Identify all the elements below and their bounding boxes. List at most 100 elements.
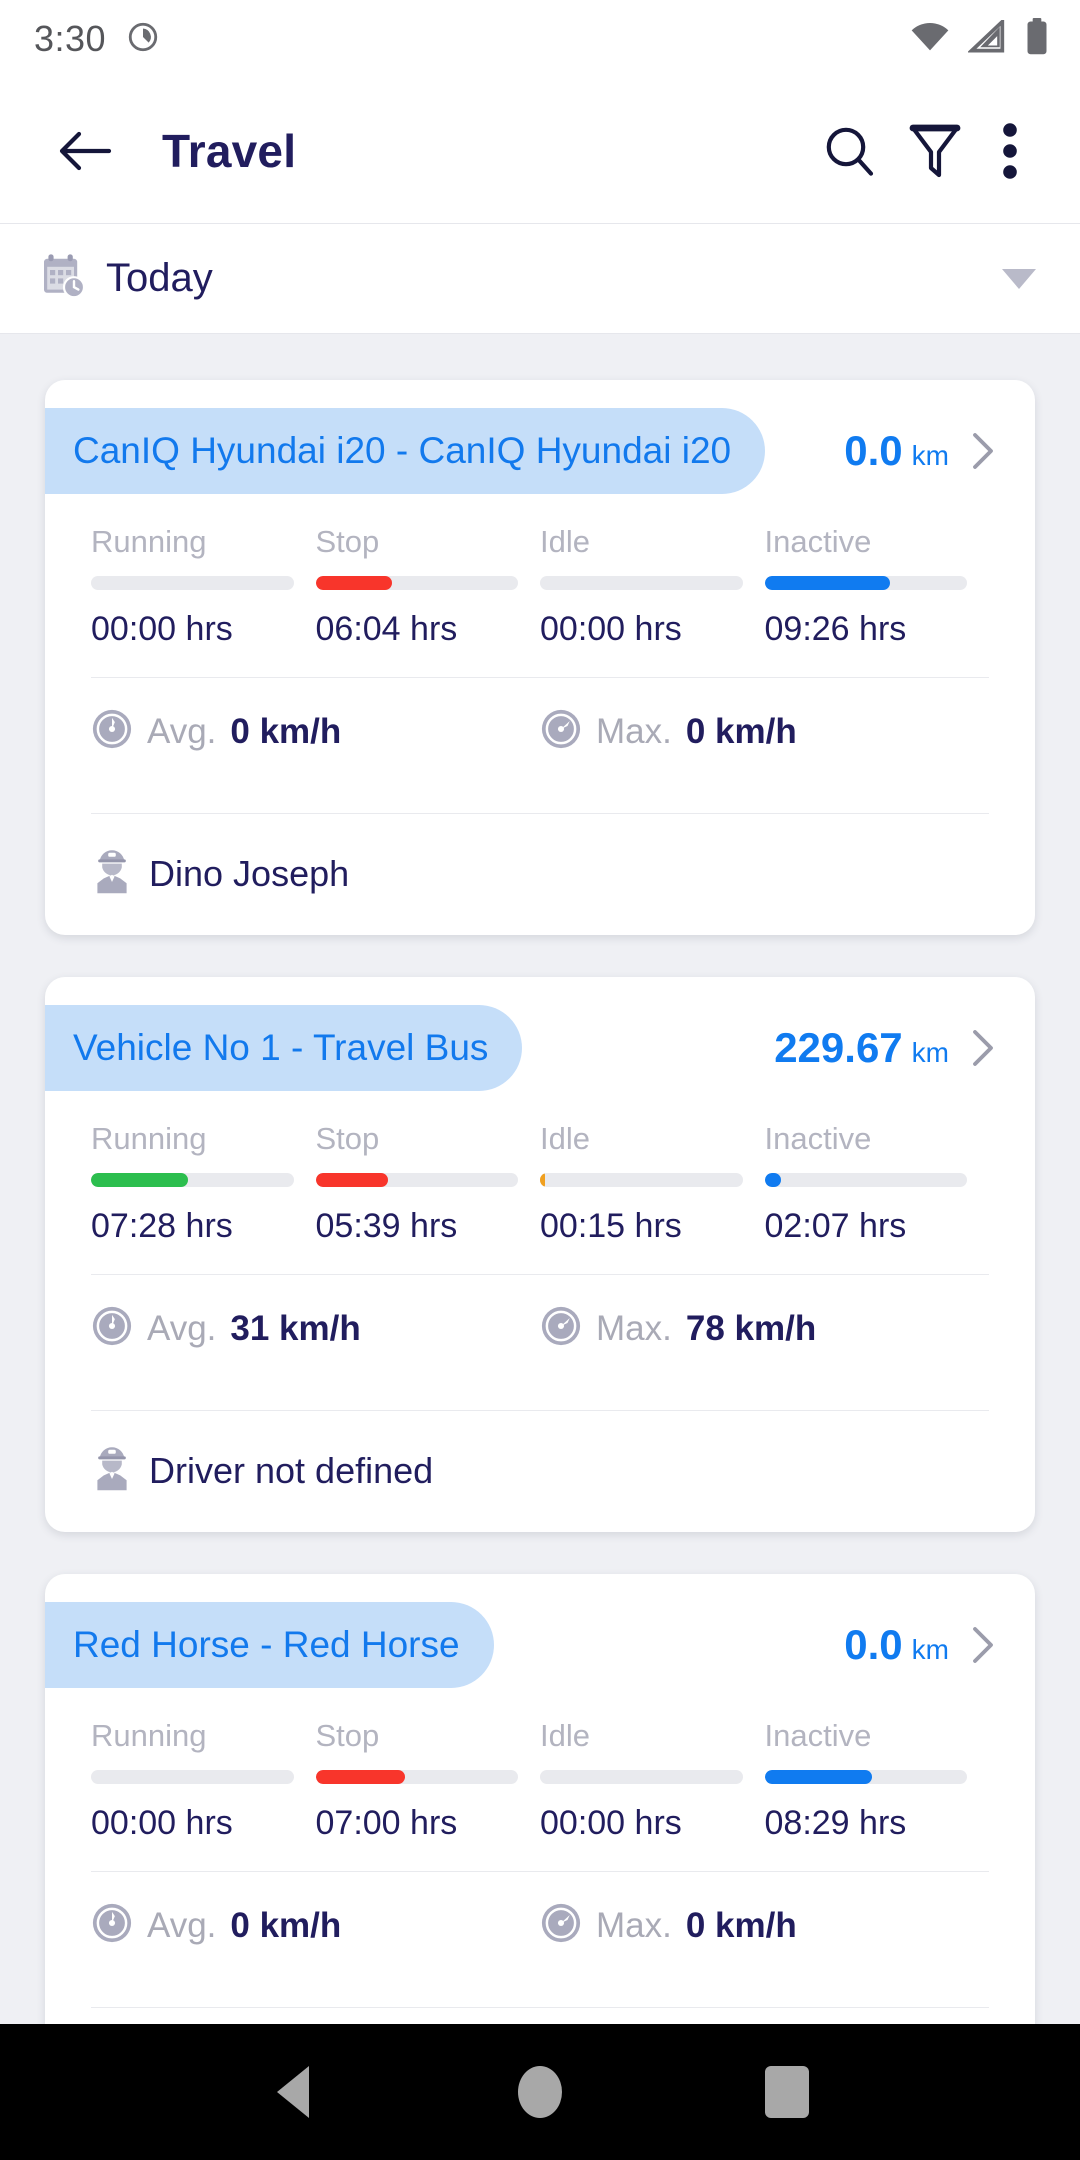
date-filter-bar[interactable]: Today: [0, 224, 1080, 334]
filter-funnel-icon[interactable]: [892, 108, 978, 194]
status-bar-left: 3:30: [34, 18, 160, 60]
back-arrow-icon[interactable]: [46, 112, 124, 190]
card-header[interactable]: Vehicle No 1 - Travel Bus 229.67 km: [45, 977, 1035, 1091]
max-speed-label: Max.: [596, 1905, 672, 1945]
driver-icon: [91, 1445, 133, 1496]
card-header[interactable]: CanIQ Hyundai i20 - CanIQ Hyundai i20 0.…: [45, 380, 1035, 494]
stat-stop: Stop 06:04 hrs: [315, 524, 541, 649]
stat-progress-fill: [764, 1173, 781, 1187]
driver-name: Driver not defined: [149, 1449, 434, 1491]
vehicle-name-pill: Vehicle No 1 - Travel Bus: [45, 1005, 523, 1091]
vehicle-name-pill: CanIQ Hyundai i20 - CanIQ Hyundai i20: [45, 408, 766, 494]
stat-stop: Stop 07:00 hrs: [315, 1718, 541, 1843]
stat-running: Running 07:28 hrs: [91, 1121, 316, 1246]
travel-card[interactable]: Vehicle No 1 - Travel Bus 229.67 km Runn…: [45, 977, 1035, 1532]
avg-speed-label: Avg.: [147, 711, 217, 751]
max-speed-group: Max. 0 km/h: [540, 1902, 989, 1949]
travel-card-list: CanIQ Hyundai i20 - CanIQ Hyundai i20 0.…: [0, 334, 1080, 2024]
stat-progress-fill: [315, 576, 393, 590]
stat-progress-track: [540, 1173, 743, 1187]
stat-value: 00:00 hrs: [540, 610, 682, 648]
max-speed-value: 0 km/h: [685, 1905, 797, 1945]
distance-value: 229.67: [774, 1024, 903, 1071]
stat-progress-fill: [91, 1173, 189, 1187]
max-speed-label: Max.: [596, 711, 672, 751]
avg-speed-group: Avg. 0 km/h: [91, 1902, 540, 1949]
page-title: Travel: [162, 124, 297, 177]
stat-progress-fill: [540, 1173, 546, 1187]
max-speed-group: Max. 0 km/h: [540, 708, 989, 755]
stat-progress-track: [764, 1173, 967, 1187]
stat-value: 00:00 hrs: [91, 1804, 233, 1842]
stat-progress-fill: [764, 576, 891, 590]
status-bar-clock: 3:30: [34, 18, 107, 59]
stat-progress-track: [315, 576, 518, 590]
speed-row: Avg. 0 km/h Max. 0 km/h: [45, 1872, 1035, 1979]
stat-running: Running 00:00 hrs: [91, 524, 316, 649]
overflow-menu-icon[interactable]: [978, 108, 1042, 194]
avg-speed-label: Avg.: [147, 1905, 217, 1945]
android-nav-bar: [0, 2024, 1080, 2160]
max-speed-value: 78 km/h: [685, 1308, 817, 1348]
chevron-right-icon[interactable]: [971, 1625, 995, 1665]
stat-progress-fill: [764, 1770, 872, 1784]
driver-row: Driver not defined: [45, 1411, 1035, 1532]
driver-name: Dino Joseph: [149, 852, 350, 894]
stat-value: 00:00 hrs: [91, 610, 233, 648]
status-stats-row: Running 07:28 hrs Stop 05:39 hrs Idle 00…: [45, 1091, 1035, 1246]
max-speed-gauge-icon: [540, 708, 582, 755]
stat-value: 05:39 hrs: [315, 1207, 458, 1245]
distance-unit: km: [911, 1634, 949, 1665]
stat-label: Inactive: [764, 1121, 872, 1156]
status-bar-right: [910, 16, 1050, 61]
stat-inactive: Inactive 09:26 hrs: [764, 524, 990, 649]
stat-progress-fill: [315, 1173, 389, 1187]
app-viewport: 3:30 Travel Today CanIQ Hyundai i20 - Ca…: [0, 0, 1080, 2024]
card-header[interactable]: Red Horse - Red Horse 0.0 km: [45, 1574, 1035, 1688]
stat-label: Inactive: [764, 524, 872, 559]
chevron-right-icon[interactable]: [971, 431, 995, 471]
max-speed-gauge-icon: [540, 1902, 582, 1949]
stat-inactive: Inactive 02:07 hrs: [764, 1121, 990, 1246]
stat-label: Running: [91, 524, 207, 559]
distance-group: 0.0 km: [844, 1621, 949, 1669]
speed-row: Avg. 31 km/h Max. 78 km/h: [45, 1275, 1035, 1382]
status-stats-row: Running 00:00 hrs Stop 07:00 hrs Idle 00…: [45, 1688, 1035, 1843]
driver-icon: [91, 848, 133, 899]
stat-label: Idle: [540, 1121, 590, 1156]
stat-progress-fill: [315, 1770, 405, 1784]
stat-progress-track: [315, 1770, 518, 1784]
chevron-right-icon[interactable]: [971, 1028, 995, 1068]
travel-card[interactable]: CanIQ Hyundai i20 - CanIQ Hyundai i20 0.…: [45, 380, 1035, 935]
nav-recents-icon[interactable]: [742, 2047, 832, 2137]
stat-value: 08:29 hrs: [764, 1804, 907, 1842]
avg-speed-value: 0 km/h: [230, 1905, 342, 1945]
battery-icon: [1024, 17, 1050, 61]
stat-running: Running 00:00 hrs: [91, 1718, 316, 1843]
distance-group: 0.0 km: [844, 427, 949, 475]
vehicle-name-pill: Red Horse - Red Horse: [45, 1602, 494, 1688]
nav-home-icon[interactable]: [495, 2047, 585, 2137]
stat-progress-track: [91, 576, 294, 590]
stat-progress-track: [540, 1770, 743, 1784]
app-toolbar: Travel: [0, 78, 1080, 224]
stat-label: Idle: [540, 524, 590, 559]
stat-label: Idle: [540, 1718, 590, 1753]
nav-back-icon[interactable]: [248, 2047, 338, 2137]
stat-stop: Stop 05:39 hrs: [315, 1121, 541, 1246]
stat-label: Running: [91, 1121, 207, 1156]
chevron-down-icon[interactable]: [1002, 268, 1036, 289]
stat-value: 09:26 hrs: [764, 610, 907, 648]
stat-idle: Idle 00:00 hrs: [540, 524, 765, 649]
search-icon[interactable]: [806, 108, 892, 194]
speed-row: Avg. 0 km/h Max. 0 km/h: [45, 678, 1035, 785]
stat-value: 07:00 hrs: [315, 1804, 458, 1842]
driver-row: Dino Joseph: [45, 814, 1035, 935]
stat-inactive: Inactive 08:29 hrs: [764, 1718, 990, 1843]
avg-speed-value: 31 km/h: [230, 1308, 361, 1348]
stat-progress-track: [91, 1173, 294, 1187]
distance-value: 0.0: [844, 1621, 903, 1668]
date-filter-label: Today: [106, 256, 213, 300]
status-stats-row: Running 00:00 hrs Stop 06:04 hrs Idle 00…: [45, 494, 1035, 649]
travel-card[interactable]: Red Horse - Red Horse 0.0 km Running 00:…: [45, 1574, 1035, 2024]
